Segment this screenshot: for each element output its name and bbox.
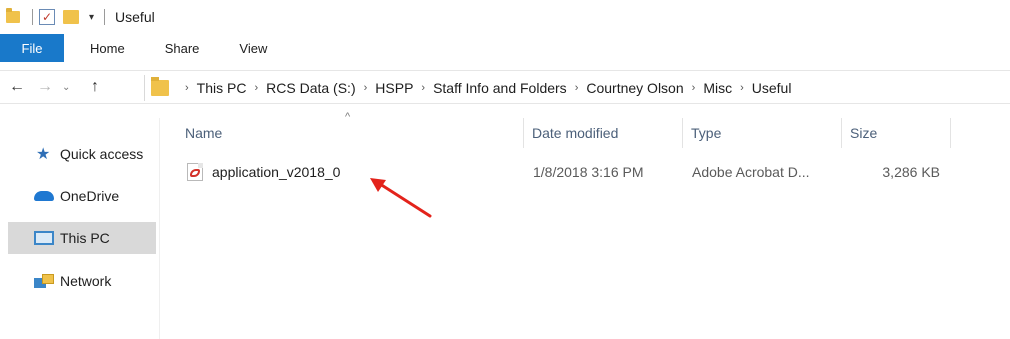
chevron-right-icon[interactable]: › (364, 82, 368, 94)
column-header-date[interactable]: Date modified (524, 118, 682, 148)
sidebar-item-label: OneDrive (60, 188, 120, 204)
tab-view[interactable]: View (219, 34, 287, 62)
network-icon (34, 274, 54, 288)
toolbar-divider (32, 9, 33, 25)
chevron-right-icon[interactable]: › (575, 82, 579, 94)
navigation-bar: ← → ⌄ ↑ › This PC › RCS Data (S:) › HSPP… (0, 70, 1010, 104)
column-header-label: Size (850, 125, 878, 141)
window-title: Useful (115, 9, 155, 25)
breadcrumb-rcs-data[interactable]: RCS Data (S:) (266, 80, 355, 96)
breadcrumb-staff-info[interactable]: Staff Info and Folders (433, 80, 567, 96)
file-date-modified: 1/8/2018 3:16 PM (533, 164, 644, 180)
chevron-right-icon[interactable]: › (254, 82, 258, 94)
chevron-right-icon[interactable]: › (421, 82, 425, 94)
column-divider[interactable] (950, 118, 951, 148)
file-name: application_v2018_0 (212, 164, 341, 180)
ribbon-tabs: File Home Share View (0, 34, 1010, 62)
star-icon: ★ (36, 146, 51, 163)
customize-toolbar-dropdown-icon[interactable]: ▾ (89, 12, 94, 23)
pane-divider (159, 118, 160, 339)
file-row[interactable]: application_v2018_0 1/8/2018 3:16 PM Ado… (180, 158, 950, 186)
breadcrumb-useful[interactable]: Useful (752, 80, 792, 96)
up-arrow-icon[interactable]: ↑ (84, 76, 106, 98)
sidebar-item-onedrive[interactable]: OneDrive (8, 180, 156, 212)
chevron-right-icon[interactable]: › (740, 82, 744, 94)
sidebar-item-quick-access[interactable]: ★ Quick access (8, 138, 156, 170)
column-header-label: Name (185, 125, 223, 141)
breadcrumb-courtney-olson[interactable]: Courtney Olson (586, 80, 683, 96)
column-header-size[interactable]: Size (842, 118, 950, 148)
back-arrow-icon[interactable]: ← (6, 76, 28, 98)
sidebar-item-this-pc[interactable]: This PC (8, 222, 156, 254)
sidebar-item-label: This PC (60, 230, 110, 246)
properties-icon[interactable]: ✓ (39, 9, 55, 25)
folder-icon (151, 77, 169, 96)
column-header-type[interactable]: Type (683, 118, 841, 148)
file-size: 3,286 KB (882, 164, 940, 180)
title-bar: ✓ ▾ Useful (0, 0, 1010, 34)
sidebar-item-network[interactable]: Network (8, 265, 156, 297)
chevron-right-icon[interactable]: › (692, 82, 696, 94)
file-type: Adobe Acrobat D... (692, 164, 810, 180)
tab-file[interactable]: File (0, 34, 64, 62)
computer-icon (34, 231, 54, 245)
cloud-icon (34, 191, 54, 201)
new-folder-icon[interactable] (63, 10, 79, 24)
pdf-file-icon (187, 163, 203, 181)
forward-arrow-icon[interactable]: → (34, 76, 56, 98)
column-header-label: Date modified (532, 125, 619, 141)
navigation-pane: ★ Quick access OneDrive This PC Network (0, 118, 160, 339)
address-bar[interactable]: › This PC › RCS Data (S:) › HSPP › Staff… (144, 75, 1010, 101)
breadcrumb-misc[interactable]: Misc (703, 80, 732, 96)
chevron-right-icon[interactable]: › (185, 82, 189, 94)
breadcrumb-hspp[interactable]: HSPP (375, 80, 413, 96)
toolbar-divider (104, 9, 106, 25)
tab-share[interactable]: Share (145, 34, 220, 62)
sidebar-item-label: Quick access (60, 146, 144, 162)
breadcrumb-this-pc[interactable]: This PC (197, 80, 247, 96)
tab-home[interactable]: Home (70, 34, 145, 62)
column-header-label: Type (691, 125, 722, 141)
column-header-name[interactable]: Name (177, 118, 522, 148)
folder-icon (6, 8, 20, 23)
red-arrow-annotation (370, 178, 432, 218)
recent-locations-chevron-icon[interactable]: ⌄ (62, 82, 78, 93)
sidebar-item-label: Network (60, 273, 112, 289)
